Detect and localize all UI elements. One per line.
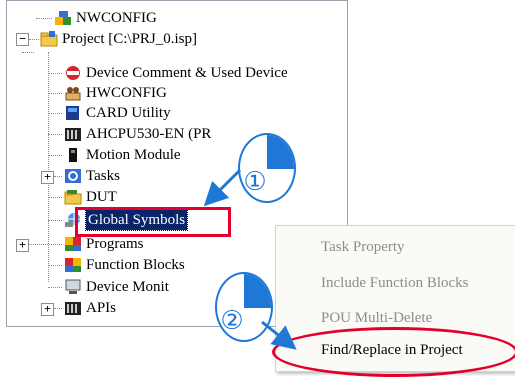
tree-item-label: Project [C:\PRJ_0.isp] — [62, 31, 198, 47]
expand-icon[interactable]: + — [41, 303, 54, 316]
step-2-number: ② — [220, 306, 244, 336]
tasks-icon — [64, 168, 82, 184]
tree-item-device-comment[interactable]: Device Comment & Used Device — [64, 63, 288, 83]
tree-connector — [54, 176, 62, 177]
device-comment-icon — [64, 65, 82, 81]
tree-item-label: Motion Module — [86, 147, 181, 163]
cpu-module-icon — [64, 126, 82, 142]
function-blocks-icon — [64, 257, 82, 273]
tree-item-motion-module[interactable]: Motion Module — [64, 145, 181, 165]
tree-connector — [48, 93, 62, 94]
device-monitor-icon — [64, 279, 82, 295]
dut-folder-icon — [64, 189, 82, 205]
tree-item-nwconfig[interactable]: NWCONFIG — [54, 8, 157, 28]
tree-item-project[interactable]: Project [C:\PRJ_0.isp] — [40, 29, 197, 49]
tree-item-tasks[interactable]: Tasks — [64, 166, 120, 186]
tree-item-function-blocks[interactable]: Function Blocks — [64, 255, 185, 275]
card-utility-icon — [64, 105, 82, 121]
project-folder-icon — [40, 31, 58, 47]
tree-item-card-utility[interactable]: CARD Utility — [64, 103, 171, 123]
tree-item-label: NWCONFIG — [76, 10, 157, 26]
tree-connector — [48, 220, 62, 221]
tree-item-label: CARD Utility — [86, 105, 171, 121]
global-symbols-highlight — [75, 207, 231, 237]
tree-item-label: Programs — [86, 236, 144, 252]
tree-item-label: Function Blocks — [86, 257, 185, 273]
tree-item-label: Device Monit — [86, 279, 169, 295]
tree-item-label: Tasks — [86, 168, 120, 184]
step-2-quadrant — [244, 274, 271, 309]
step-1-quadrant — [267, 135, 294, 170]
tree-connector — [48, 197, 62, 198]
tree-connector — [48, 113, 62, 114]
tree-connector — [36, 18, 52, 19]
tree-connector — [29, 244, 62, 245]
tree-connector — [54, 308, 62, 309]
find-replace-highlight — [272, 327, 515, 377]
tree-item-programs[interactable]: Programs — [64, 234, 144, 254]
menu-item-task-property[interactable]: Task Property — [321, 239, 405, 256]
tree-item-apis[interactable]: APIs — [64, 298, 116, 318]
tree-item-label: Device Comment & Used Device — [86, 65, 288, 81]
network-config-icon — [54, 10, 72, 26]
expand-icon[interactable]: + — [41, 171, 54, 184]
collapse-icon[interactable]: − — [16, 33, 29, 46]
tree-item-dut[interactable]: DUT — [64, 187, 117, 207]
tree-item-label: DUT — [86, 189, 117, 205]
menu-item-pou-multi-delete[interactable]: POU Multi-Delete — [321, 310, 432, 327]
tree-item-label: AHCPU530-EN (PR — [86, 126, 212, 142]
tree-item-label: HWCONFIG — [86, 85, 167, 101]
menu-item-include-function-blocks[interactable]: Include Function Blocks — [321, 275, 468, 292]
tree-item-hwconfig[interactable]: HWCONFIG — [64, 83, 167, 103]
hardware-config-icon — [64, 85, 82, 101]
expand-icon[interactable]: + — [16, 239, 29, 252]
tree-connector — [48, 287, 62, 288]
tree-item-cpu[interactable]: AHCPU530-EN (PR — [64, 124, 211, 144]
tree-connector — [29, 39, 39, 40]
apis-icon — [64, 300, 82, 316]
tree-item-label: APIs — [86, 300, 117, 316]
tree-connector — [48, 134, 62, 135]
tree-connector — [48, 52, 49, 282]
motion-module-icon — [64, 147, 82, 163]
tree-item-device-monitor[interactable]: Device Monit — [64, 277, 169, 297]
tree-connector — [48, 73, 62, 74]
tree-connector — [48, 265, 62, 266]
tree-connector — [48, 155, 62, 156]
programs-icon — [64, 236, 82, 252]
step-1-callout: ① — [238, 133, 296, 203]
step-1-number: ① — [243, 167, 267, 197]
step-2-callout: ② — [215, 272, 273, 342]
tree-connector — [22, 52, 34, 53]
